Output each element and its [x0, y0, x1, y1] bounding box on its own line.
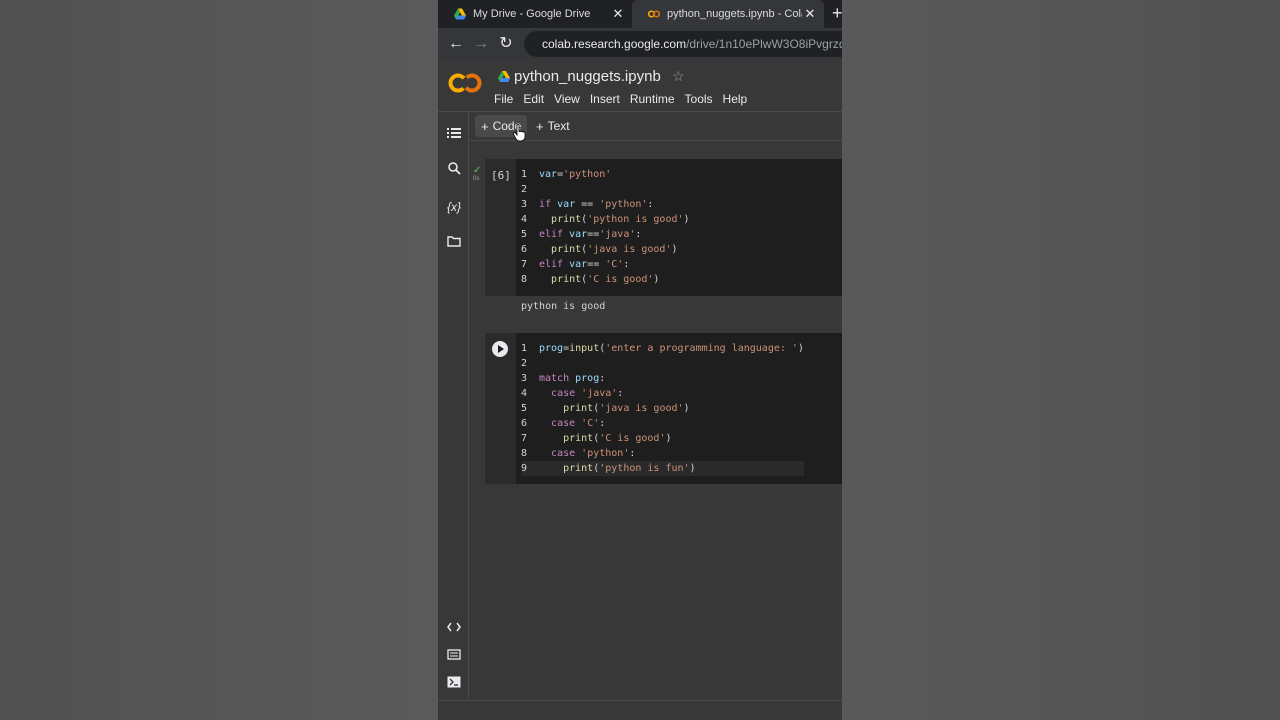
plus-icon: +: [481, 118, 489, 134]
star-icon[interactable]: ☆: [672, 68, 685, 85]
execution-time: 0s: [473, 176, 480, 182]
colab-icon: [648, 10, 660, 18]
menu-bar: File Edit View Insert Runtime Tools Help: [494, 92, 757, 106]
notebook-title[interactable]: python_nuggets.ipynb: [514, 68, 661, 85]
code-line: 2: [521, 184, 528, 195]
background-right: [842, 0, 1280, 720]
notebook-area: ✓ 0s [6] 1 var='python' 2 3 if var == 'pytho…: [469, 141, 842, 700]
code-line: 7 elif var== 'C':: [521, 259, 630, 270]
add-text-label: Text: [547, 119, 570, 133]
menu-edit[interactable]: Edit: [523, 92, 544, 106]
folder-icon[interactable]: [445, 234, 463, 252]
reload-icon[interactable]: ↻: [496, 34, 516, 54]
colab-header: python_nuggets.ipynb ☆ File Edit View In…: [438, 60, 842, 112]
code-cell[interactable]: ✓ 0s [6] 1 var='python' 2 3 if var == 'pytho…: [473, 159, 842, 296]
variables-icon[interactable]: {x}: [445, 198, 463, 216]
url-path: /drive/1n10ePlwW3O8iPvgrzqkaN: [686, 37, 842, 51]
code-line: 1 var='python': [521, 169, 612, 180]
code-line: 7 print('C is good'): [521, 433, 672, 444]
google-drive-icon: [454, 8, 466, 20]
colab-logo[interactable]: [448, 72, 482, 94]
url-host: colab.research.google.com: [542, 37, 687, 51]
forward-icon[interactable]: →: [471, 34, 491, 54]
left-rail: {x}: [438, 112, 469, 700]
code-line: 5 elif var=='java':: [521, 229, 642, 240]
new-tab-button[interactable]: +: [832, 3, 842, 24]
background-left: [0, 0, 438, 720]
command-palette-icon[interactable]: [445, 647, 463, 665]
menu-runtime[interactable]: Runtime: [630, 92, 675, 106]
status-strip: [438, 700, 842, 720]
add-text-cell-button[interactable]: + Text: [530, 115, 576, 137]
cell-gutter: [485, 333, 516, 484]
tab-colab[interactable]: python_nuggets.ipynb - Colabora ✕: [632, 0, 824, 28]
search-icon[interactable]: [445, 162, 463, 180]
code-line: 2: [521, 358, 528, 369]
code-line: 4 print('python is good'): [521, 214, 690, 225]
plus-icon: +: [536, 118, 544, 134]
google-drive-icon: [498, 71, 510, 82]
browser-window: My Drive - Google Drive ✕ python_nuggets…: [438, 0, 842, 720]
tab-title: My Drive - Google Drive: [473, 8, 591, 20]
check-icon: ✓: [473, 165, 482, 176]
code-snippets-icon[interactable]: [445, 619, 463, 637]
terminal-icon[interactable]: [445, 675, 463, 693]
cell-gutter: [6]: [485, 159, 516, 296]
address-bar[interactable]: colab.research.google.com/drive/1n10ePlw…: [524, 31, 842, 57]
menu-file[interactable]: File: [494, 92, 513, 106]
code-line: 6 print('java is good'): [521, 244, 678, 255]
code-line: 1 prog=input('enter a programming languag…: [521, 343, 804, 354]
code-line: 8 print('C is good'): [521, 274, 660, 285]
toc-icon[interactable]: [445, 126, 463, 144]
code-line-active: 9 print('python is fun'): [521, 461, 804, 476]
url-text: colab.research.google.com/drive/1n10ePlw…: [542, 37, 842, 51]
close-tab-icon[interactable]: ✕: [610, 6, 626, 22]
menu-help[interactable]: Help: [723, 92, 748, 106]
code-line: 8 case 'python':: [521, 448, 636, 459]
code-line: 4 case 'java':: [521, 388, 624, 399]
code-line: 3 if var == 'python':: [521, 199, 654, 210]
run-cell-icon[interactable]: [492, 341, 508, 357]
code-line: 6 case 'C':: [521, 418, 606, 429]
code-editor[interactable]: 1 prog=input('enter a programming languag…: [521, 341, 804, 476]
code-line: 3 match prog:: [521, 373, 606, 384]
code-editor[interactable]: 1 var='python' 2 3 if var == 'python': 4 prin…: [521, 167, 690, 287]
menu-insert[interactable]: Insert: [590, 92, 620, 106]
cell-output: python is good: [521, 301, 606, 312]
browser-toolbar: ← → ↻ colab.research.google.com/drive/1n…: [438, 28, 842, 60]
tab-title: python_nuggets.ipynb - Colabora: [667, 8, 802, 20]
back-icon[interactable]: ←: [446, 34, 466, 54]
execution-count: [6]: [491, 169, 511, 182]
tab-google-drive[interactable]: My Drive - Google Drive ✕: [438, 0, 632, 28]
code-line: 5 print('java is good'): [521, 403, 690, 414]
code-cell[interactable]: 1 prog=input('enter a programming languag…: [485, 333, 842, 484]
menu-tools[interactable]: Tools: [685, 92, 713, 106]
hand-cursor-icon: [513, 124, 526, 142]
menu-view[interactable]: View: [554, 92, 580, 106]
tab-strip: My Drive - Google Drive ✕ python_nuggets…: [438, 0, 842, 28]
close-tab-icon[interactable]: ✕: [802, 6, 818, 22]
